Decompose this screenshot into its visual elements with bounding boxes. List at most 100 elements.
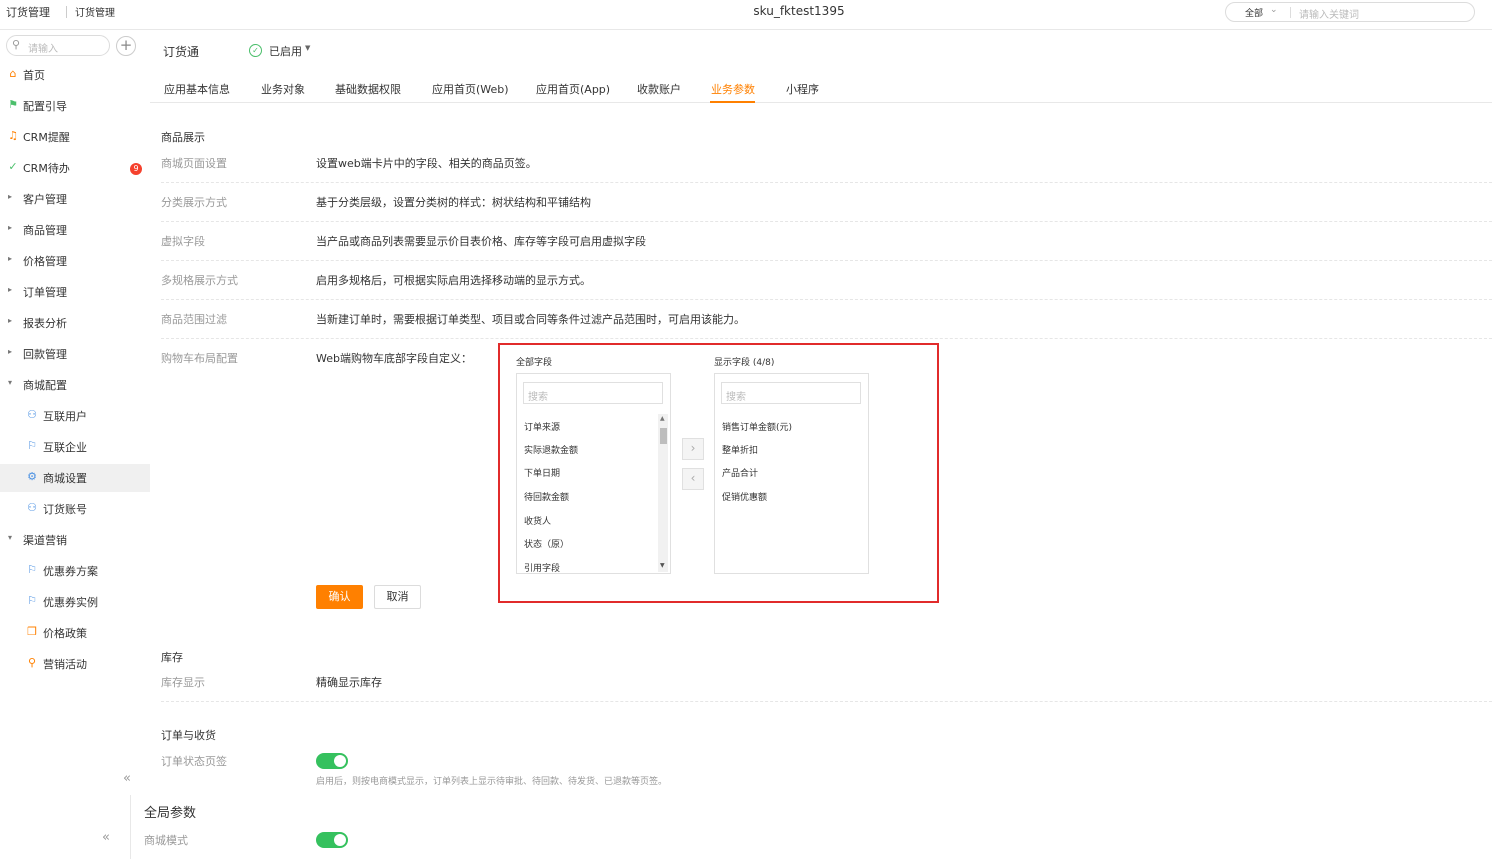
add-button[interactable]: +: [116, 36, 136, 56]
tab-business-object[interactable]: 业务对象: [261, 81, 305, 97]
section-title-stock: 库存: [161, 651, 183, 664]
list-item[interactable]: 整单折扣: [722, 443, 758, 456]
global-search[interactable]: 全部 ⌄ 请输入关键词: [1225, 2, 1475, 22]
caret-right-icon: ▸: [8, 285, 13, 294]
active-tab-indicator: [710, 101, 755, 103]
search-scope-select[interactable]: 全部: [1245, 6, 1263, 19]
sidebar-item-linked-users[interactable]: ⚇ 互联用户: [0, 402, 150, 430]
collapse-sidebar-icon[interactable]: «: [123, 771, 131, 786]
setting-link[interactable]: 当产品或商品列表需要显示价目表价格、库存等字段可启用虚拟字段: [316, 233, 646, 249]
tab-home-app[interactable]: 应用首页(App): [536, 81, 610, 97]
caret-down-icon: ▾: [8, 533, 13, 542]
sidebar-item-crm-reminder[interactable]: ♫ CRM提醒: [0, 123, 150, 151]
tab-mini-program[interactable]: 小程序: [786, 81, 819, 97]
list-item[interactable]: 引用字段: [524, 561, 560, 574]
setting-link[interactable]: 基于分类层级，设置分类树的样式：树状结构和平铺结构: [316, 194, 591, 210]
sidebar-item-channel-marketing[interactable]: ▾ 渠道营销: [0, 526, 150, 554]
sidebar-item-customer[interactable]: ▸ 客户管理: [0, 185, 150, 213]
flag-icon: ⚐: [27, 563, 37, 576]
row-divider: [161, 299, 1492, 300]
display-fields-panel: 搜索 销售订单金额(元) 整单折扣 产品合计 促销优惠额: [714, 373, 869, 574]
users-icon: ⚇: [27, 408, 37, 421]
cart-layout-description: Web端购物车底部字段自定义：: [316, 352, 472, 365]
caret-right-icon: ▸: [8, 223, 13, 232]
sidebar-item-price[interactable]: ▸ 价格管理: [0, 247, 150, 275]
sidebar-item-guide[interactable]: ⚑ 配置引导: [0, 92, 150, 120]
tab-home-web[interactable]: 应用首页(Web): [432, 81, 509, 97]
setting-link[interactable]: 启用多规格后，可根据实际启用选择移动端的显示方式。: [316, 272, 591, 288]
scrollbar[interactable]: ▲ ▼: [658, 414, 668, 572]
cube-icon: ❒: [27, 625, 37, 638]
flag-icon: ⚐: [27, 594, 37, 607]
row-divider: [161, 260, 1492, 261]
all-fields-title: 全部字段: [516, 358, 553, 368]
order-tab-toggle[interactable]: [316, 753, 348, 769]
status-dropdown[interactable]: 已启用: [269, 43, 302, 59]
home-icon: ⌂: [9, 67, 17, 80]
setting-link[interactable]: 设置web端卡片中的字段、相关的商品页签。: [316, 155, 537, 171]
caret-down-icon: ▾: [8, 378, 13, 387]
confirm-button[interactable]: 确认: [316, 585, 363, 609]
collapse-panel-icon[interactable]: «: [102, 830, 110, 845]
list-item[interactable]: 产品合计: [722, 466, 758, 479]
list-item[interactable]: 销售订单金额(元): [722, 420, 792, 433]
scroll-up-icon[interactable]: ▲: [660, 415, 665, 422]
list-item[interactable]: 订单来源: [524, 420, 560, 433]
list-item[interactable]: 实际退款金额: [524, 443, 578, 456]
chevron-down-icon[interactable]: ⌄: [1270, 5, 1278, 15]
scroll-down-icon[interactable]: ▼: [660, 562, 665, 569]
flag-icon: ⚐: [27, 439, 37, 452]
mall-mode-toggle[interactable]: [316, 832, 348, 848]
move-right-button[interactable]: ›: [682, 438, 704, 460]
tab-data-permission[interactable]: 基础数据权限: [335, 81, 401, 97]
setting-link[interactable]: 当新建订单时，需要根据订单类型、项目或合同等条件过滤产品范围时，可启用该能力。: [316, 311, 745, 327]
sidebar-item-order-account[interactable]: ⚇ 订货账号: [0, 495, 150, 523]
setting-label: 多规格展示方式: [161, 274, 238, 287]
guide-icon: ⚑: [8, 98, 18, 111]
move-left-button[interactable]: ‹: [682, 468, 704, 490]
tab-basic-info[interactable]: 应用基本信息: [164, 81, 230, 97]
sidebar-item-marketing-activity[interactable]: ⚲ 营销活动: [0, 650, 150, 678]
list-item[interactable]: 下单日期: [524, 466, 560, 479]
sidebar-item-payment[interactable]: ▸ 回款管理: [0, 340, 150, 368]
sidebar-item-mall-settings[interactable]: ⚙ 商城设置: [0, 464, 150, 492]
todo-count-badge: 9: [130, 163, 142, 175]
sidebar-item-crm-todo[interactable]: ✓ CRM待办 9: [0, 154, 150, 182]
row-divider: [161, 221, 1492, 222]
top-bar: 订货管理 订货管理 sku_fktest1395 全部 ⌄ 请输入关键词: [0, 0, 1492, 30]
toggle-knob: [334, 834, 346, 846]
bell-icon: ♫: [8, 129, 18, 142]
stock-display-label: 库存显示: [161, 676, 205, 689]
cancel-button[interactable]: 取消: [374, 585, 421, 609]
tab-business-params[interactable]: 业务参数: [711, 81, 755, 97]
sidebar-item-linked-company[interactable]: ⚐ 互联企业: [0, 433, 150, 461]
check-icon: ✓: [8, 160, 18, 173]
global-search-input[interactable]: 请输入关键词: [1299, 6, 1359, 21]
sidebar-item-home[interactable]: ⌂ 首页: [0, 61, 150, 89]
sidebar-search-input[interactable]: ⚲ 请输入: [6, 35, 110, 56]
sidebar-search-placeholder: 请输入: [28, 44, 58, 55]
panel-divider: [130, 795, 131, 859]
tab-payment-account[interactable]: 收款账户: [637, 81, 681, 97]
list-item[interactable]: 状态（原）: [524, 537, 569, 550]
sidebar-item-coupon-plan[interactable]: ⚐ 优惠券方案: [0, 557, 150, 585]
sidebar-item-product[interactable]: ▸ 商品管理: [0, 216, 150, 244]
user-icon: ⚲: [27, 656, 37, 669]
sidebar-item-order[interactable]: ▸ 订单管理: [0, 278, 150, 306]
sidebar-item-report[interactable]: ▸ 报表分析: [0, 309, 150, 337]
toggle-knob: [334, 755, 346, 767]
search-divider: [1290, 7, 1291, 18]
mall-mode-label: 商城模式: [144, 834, 188, 847]
sidebar-item-mall-config[interactable]: ▾ 商城配置: [0, 371, 150, 399]
list-item[interactable]: 待回款金额: [524, 490, 569, 503]
scroll-thumb[interactable]: [660, 428, 667, 444]
list-item[interactable]: 促销优惠额: [722, 490, 767, 503]
sidebar-item-price-policy[interactable]: ❒ 价格政策: [0, 619, 150, 647]
stock-display-value[interactable]: 精确显示库存: [316, 674, 382, 690]
display-fields-search-input[interactable]: 搜索: [721, 382, 861, 404]
all-fields-search-input[interactable]: 搜索: [523, 382, 663, 404]
caret-down-icon[interactable]: ▼: [305, 44, 310, 52]
sidebar-item-coupon-instance[interactable]: ⚐ 优惠券实例: [0, 588, 150, 616]
search-icon: ⚲: [12, 38, 21, 51]
list-item[interactable]: 收货人: [524, 514, 551, 527]
